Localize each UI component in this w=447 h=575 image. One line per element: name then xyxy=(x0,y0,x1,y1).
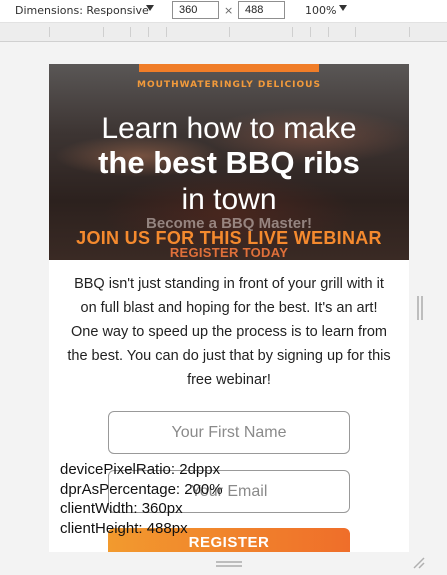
ruler-tick xyxy=(409,27,410,37)
ruler-tick xyxy=(229,27,230,37)
client-width-line: clientWidth: 360px xyxy=(60,500,183,517)
hero-title-line2: the best BBQ ribs xyxy=(98,145,360,180)
hero-title-line3: in town xyxy=(181,183,277,216)
accent-bar xyxy=(139,64,319,72)
media-query-ruler[interactable] xyxy=(0,23,447,42)
ruler-tick xyxy=(103,27,104,37)
ruler-tick xyxy=(355,27,356,37)
ruler-tick xyxy=(292,27,293,37)
hero-eyebrow: MOUTHWATERINGLY DELICIOUS xyxy=(137,80,321,90)
dpr-line: devicePixelRatio: 2dppx xyxy=(60,461,221,478)
intro-paragraph: BBQ isn't just standing in front of your… xyxy=(67,276,391,388)
times-symbol: × xyxy=(224,4,234,17)
viewport-height-input[interactable] xyxy=(238,1,285,19)
resize-handle-bottom[interactable] xyxy=(216,561,242,567)
hero-banner: MOUTHWATERINGLY DELICIOUS Learn how to m… xyxy=(49,64,409,260)
dpr-percent-line: dprAsPercentage: 200% xyxy=(60,480,223,498)
ruler-tick xyxy=(148,27,149,37)
hero-title-line1: Learn how to make xyxy=(101,112,357,145)
zoom-dropdown[interactable]: 100% xyxy=(305,4,336,17)
ruler-tick xyxy=(328,27,329,37)
ruler-tick xyxy=(49,27,50,37)
first-name-input[interactable] xyxy=(108,411,350,454)
ruler-tick xyxy=(310,27,311,37)
hero-register-line: REGISTER TODAY xyxy=(169,245,289,260)
ruler-tick xyxy=(166,27,167,37)
chevron-down-icon[interactable] xyxy=(146,5,154,11)
device-mode-dropdown[interactable]: Dimensions: Responsive xyxy=(15,4,149,17)
chevron-down-icon[interactable] xyxy=(339,5,347,11)
devtools-device-toolbar: Dimensions: Responsive × 100% xyxy=(0,0,447,23)
device-info-overlay: devicePixelRatio: 2dppx dprAsPercentage:… xyxy=(60,460,223,538)
ruler-tick xyxy=(130,27,131,37)
resize-corner-icon[interactable] xyxy=(412,556,426,570)
client-height-line: clientHeight: 488px xyxy=(60,519,188,537)
viewport-width-input[interactable] xyxy=(172,1,219,19)
resize-handle-right[interactable] xyxy=(417,296,423,320)
